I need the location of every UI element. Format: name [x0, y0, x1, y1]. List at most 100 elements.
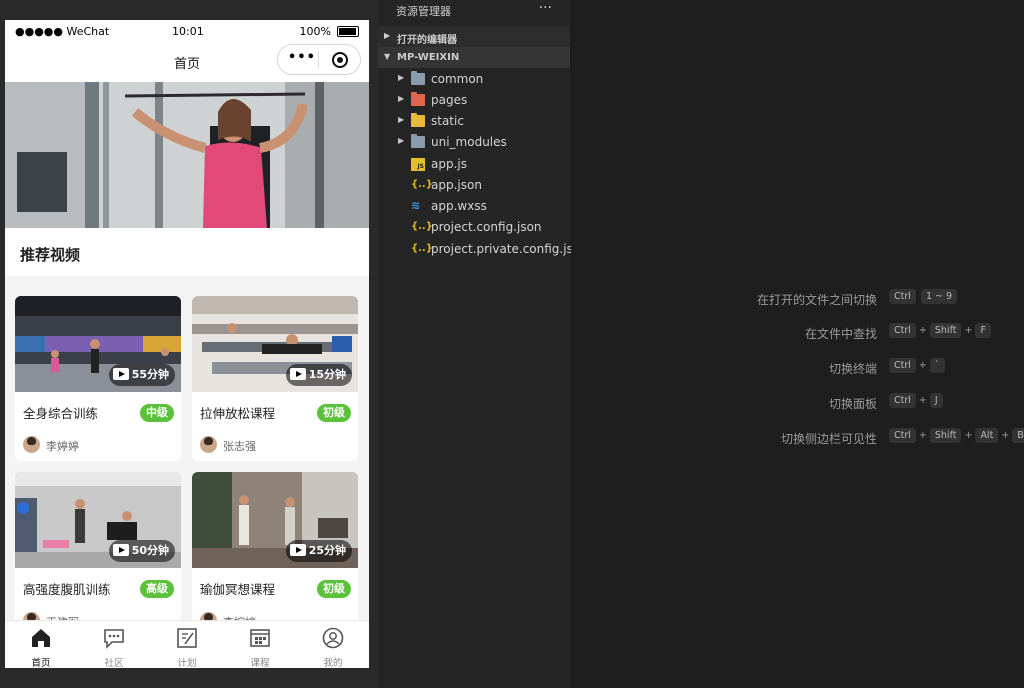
key-cap: Ctrl — [889, 323, 916, 338]
mini-program-capsule: ••• — [277, 44, 361, 75]
tab-profile[interactable]: 我的 — [297, 621, 369, 668]
tree-item-label: app.wxss — [431, 199, 487, 213]
shortcut-keys: Ctrl + J — [889, 393, 945, 408]
tree-file-project-private-config[interactable]: {..} project.private.config.js... — [378, 239, 584, 260]
plan-icon — [177, 628, 197, 648]
tree-item-label: project.config.json — [431, 220, 542, 234]
status-bar: ●●●●● WeChat 10:01 100% — [5, 20, 369, 42]
duration-text: 15分钟 — [308, 368, 346, 381]
tree-file-project-config[interactable]: {..} project.config.json — [378, 217, 570, 238]
community-icon — [104, 629, 124, 649]
shortcut-row: 在文件中查找 Ctrl + Shift + F — [571, 322, 1024, 342]
tab-label: 首页 — [31, 658, 51, 668]
tab-label: 课程 — [250, 658, 270, 668]
key-cap: B — [1012, 428, 1024, 443]
open-editors-section[interactable]: ▶ 打开的编辑器 — [378, 26, 570, 47]
video-play-icon — [112, 544, 129, 556]
chevron-right-icon: ▶ — [398, 136, 405, 145]
duration-badge: 50分钟 — [108, 540, 175, 562]
folder-icon — [411, 134, 425, 148]
tab-label: 计划 — [177, 658, 197, 668]
shortcut-label: 切换侧边栏可见性 — [780, 432, 877, 446]
tree-file-app-js[interactable]: JS app.js — [378, 154, 570, 175]
project-section[interactable]: ▼ MP-WEIXIN — [378, 47, 570, 68]
chevron-right-icon: ▶ — [384, 31, 391, 40]
level-badge: 高级 — [140, 580, 174, 598]
shortcut-keys: Ctrl + Shift + F — [889, 323, 993, 338]
video-card[interactable]: 15分钟 拉伸放松课程 初级 张志强 — [192, 296, 358, 461]
folder-icon — [411, 71, 425, 85]
tab-label: 我的 — [323, 658, 343, 668]
video-card[interactable]: 50分钟 高强度腹肌训练 高级 王建军 — [15, 472, 181, 637]
video-thumbnail: 25分钟 — [192, 472, 358, 568]
key-plus: + — [918, 430, 927, 441]
video-play-icon — [112, 368, 129, 380]
key-cap: Ctrl — [889, 289, 916, 304]
explorer-more-button[interactable]: ··· — [539, 0, 552, 16]
shortcut-row: 切换侧边栏可见性 Ctrl + Shift + Alt + B — [571, 427, 1024, 447]
home-icon — [32, 629, 50, 647]
tab-course[interactable]: 课程 — [224, 621, 296, 668]
tab-label: 社区 — [104, 658, 124, 668]
key-cap: Shift — [929, 323, 962, 338]
key-cap: J — [929, 393, 943, 408]
video-play-icon — [289, 368, 306, 380]
tree-item-label: common — [431, 72, 484, 86]
tree-folder-uni-modules[interactable]: ▶ uni_modules — [378, 132, 570, 153]
tree-item-label: app.js — [431, 157, 467, 171]
video-card[interactable]: 25分钟 瑜伽冥想课程 初级 李婉婷 — [192, 472, 358, 637]
duration-badge: 15分钟 — [285, 364, 352, 386]
close-program-icon[interactable] — [332, 52, 348, 68]
banner-image[interactable] — [5, 82, 369, 228]
author-avatar — [23, 436, 40, 453]
key-cap: ` — [929, 358, 945, 373]
level-badge: 中级 — [140, 404, 174, 422]
tab-community[interactable]: 社区 — [78, 621, 150, 668]
json-file-icon: {..} — [411, 221, 433, 232]
tree-file-app-wxss[interactable]: ≋ app.wxss — [378, 196, 570, 217]
shortcut-label: 切换终端 — [828, 362, 877, 376]
tab-plan[interactable]: 计划 — [151, 621, 223, 668]
duration-text: 50分钟 — [131, 544, 169, 557]
folder-icon — [411, 113, 425, 127]
author-name: 李婷婷 — [46, 440, 79, 453]
javascript-file-icon: JS — [411, 158, 425, 171]
file-explorer: 资源管理器 ··· ▶ 打开的编辑器 ▼ MP-WEIXIN ▶ common … — [378, 0, 584, 688]
project-name: MP-WEIXIN — [397, 52, 460, 63]
explorer-title: 资源管理器 — [396, 5, 451, 18]
course-icon — [250, 629, 270, 647]
duration-text: 25分钟 — [308, 544, 346, 557]
level-badge: 初级 — [317, 404, 351, 422]
phone-simulator: ●●●●● WeChat 10:01 100% 首页 ••• 推荐视频 55分钟… — [5, 20, 369, 668]
chevron-right-icon: ▶ — [398, 94, 405, 103]
editor-empty-area: 在打开的文件之间切换 Ctrl 1 ~ 9 在文件中查找 Ctrl + Shift +… — [571, 0, 1024, 688]
shortcut-keys: Ctrl 1 ~ 9 — [889, 289, 959, 304]
duration-badge: 25分钟 — [285, 540, 352, 562]
video-thumbnail: 50分钟 — [15, 472, 181, 568]
tree-folder-common[interactable]: ▶ common — [378, 69, 570, 90]
key-cap: Shift — [929, 428, 962, 443]
tree-folder-static[interactable]: ▶ static — [378, 111, 570, 132]
tree-item-label: app.json — [431, 178, 482, 192]
duration-badge: 55分钟 — [108, 364, 175, 386]
key-plus: + — [918, 360, 927, 371]
level-badge: 初级 — [317, 580, 351, 598]
battery-icon — [337, 26, 359, 37]
shortcut-label: 在文件中查找 — [804, 327, 877, 341]
video-card[interactable]: 55分钟 全身综合训练 中级 李婷婷 — [15, 296, 181, 461]
video-thumbnail: 15分钟 — [192, 296, 358, 392]
key-plus: + — [964, 430, 973, 441]
tree-file-app-json[interactable]: {..} app.json — [378, 175, 570, 196]
shortcut-row: 切换面板 Ctrl + J — [571, 392, 1024, 412]
chevron-right-icon: ▶ — [398, 73, 405, 82]
card-title: 高强度腹肌训练 — [23, 582, 111, 597]
shortcut-row: 切换终端 Ctrl + ` — [571, 357, 1024, 377]
key-cap: Alt — [975, 428, 999, 443]
more-menu-icon[interactable]: ••• — [288, 50, 316, 65]
author-avatar — [200, 436, 217, 453]
tree-folder-pages[interactable]: ▶ pages — [378, 90, 570, 111]
key-cap: Ctrl — [889, 428, 916, 443]
tab-home[interactable]: 首页 — [5, 621, 77, 668]
profile-icon — [322, 627, 344, 649]
shortcut-keys: Ctrl + ` — [889, 358, 947, 373]
